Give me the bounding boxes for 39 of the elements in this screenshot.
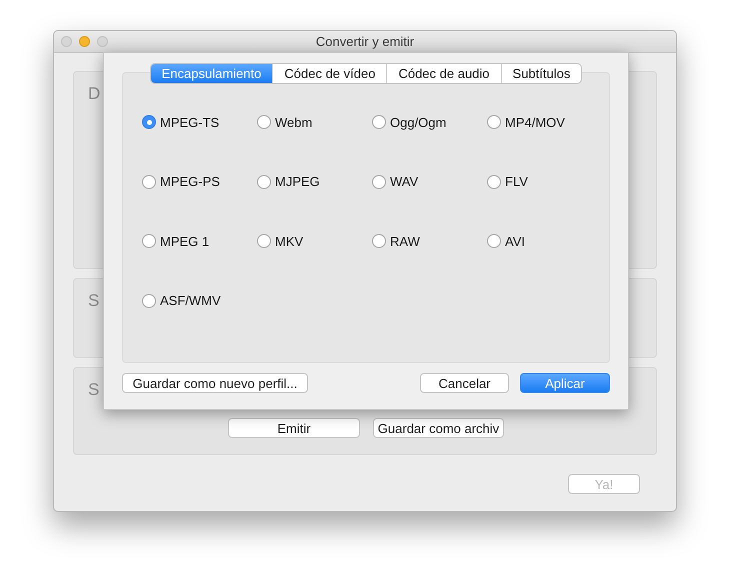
radio-icon[interactable] <box>142 294 156 308</box>
section-label: S <box>88 291 100 310</box>
radio-icon[interactable] <box>487 174 501 188</box>
stream-button[interactable]: Emitir <box>228 418 360 438</box>
radio-icon[interactable] <box>372 115 386 129</box>
tab[interactable]: Códec de audio <box>386 64 501 83</box>
format-radio[interactable]: MKV <box>257 232 372 250</box>
radio-icon[interactable] <box>142 174 156 188</box>
radio-icon[interactable] <box>372 234 386 248</box>
cancel-button[interactable]: Cancelar <box>420 373 509 393</box>
radio-icon[interactable] <box>372 174 386 188</box>
radio-icon[interactable] <box>257 174 271 188</box>
format-radio[interactable]: RAW <box>372 232 487 250</box>
format-radio[interactable]: MJPEG <box>257 172 372 190</box>
format-radio[interactable]: ASF/WMV <box>142 292 257 310</box>
zoom-icon[interactable] <box>97 36 108 47</box>
format-radio[interactable]: AVI <box>487 232 602 250</box>
format-radio[interactable]: MP4/MOV <box>487 113 602 131</box>
minimize-icon[interactable] <box>79 36 90 47</box>
radio-icon[interactable] <box>142 234 156 248</box>
format-radio[interactable]: FLV <box>487 172 602 190</box>
format-radio[interactable]: MPEG-TS <box>142 113 257 131</box>
section-label: S <box>88 380 100 399</box>
radio-icon[interactable] <box>142 115 156 129</box>
format-radio[interactable]: Ogg/Ogm <box>372 113 487 131</box>
radio-icon[interactable] <box>487 234 501 248</box>
format-radio[interactable]: MPEG 1 <box>142 232 257 250</box>
radio-icon[interactable] <box>257 234 271 248</box>
format-radio[interactable]: MPEG-PS <box>142 172 257 190</box>
radio-icon[interactable] <box>487 115 501 129</box>
close-icon[interactable] <box>61 36 72 47</box>
save-file-button[interactable]: Guardar como archiv <box>373 418 504 438</box>
save-profile-button[interactable]: Guardar como nuevo perfil... <box>122 373 308 393</box>
window-title: Convertir y emitir <box>316 34 414 49</box>
radio-icon[interactable] <box>257 115 271 129</box>
format-radio[interactable]: WAV <box>372 172 487 190</box>
section-label: D <box>88 84 100 103</box>
tab[interactable]: Códec de vídeo <box>272 64 386 83</box>
format-radio[interactable]: Webm <box>257 113 372 131</box>
